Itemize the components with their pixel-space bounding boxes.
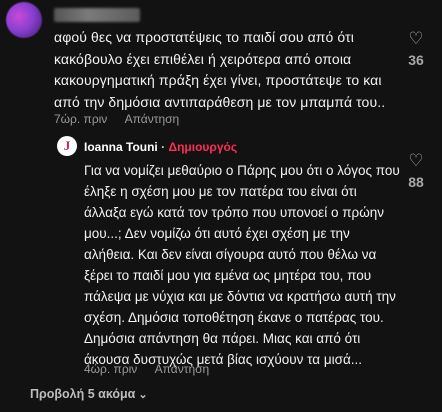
comment-timestamp: 7ώρ. πριν [54,112,108,126]
reply-timestamp: 4ώρ. πριν [84,362,138,376]
creator-username-row: Ioanna Touni · Δημιουργός [84,140,237,154]
commenter-avatar[interactable] [6,2,42,38]
commenter-username-blurred[interactable] [54,8,140,22]
heart-outline-icon[interactable]: ♡ [402,152,430,170]
username-separator: · [161,140,166,154]
creator-avatar[interactable]: J [57,136,77,156]
heart-outline-icon[interactable]: ♡ [402,30,430,48]
reply-button[interactable]: Απάντηση [125,112,180,126]
like-button[interactable]: ♡ 36 [402,30,430,69]
chevron-down-icon: ⌄ [138,389,148,401]
reply-meta: 4ώρ. πριν Απάντηση [84,362,209,376]
like-count: 88 [408,174,424,190]
view-more-label: Προβολή 5 ακόμα [30,387,136,401]
like-button[interactable]: ♡ 88 [402,152,430,191]
reply-text: Για να νομίζει μεθαύριο ο Πάρης μου ότι … [84,163,400,367]
comment-meta: 7ώρ. πριν Απάντηση [54,112,179,126]
creator-username[interactable]: Ioanna Touni [84,140,158,154]
reply-button[interactable]: Απάντηση [155,362,210,376]
creator-badge: Δημιουργός [168,140,238,154]
comment-text: αφού θες να προστατέψεις το παιδί σου απ… [54,29,386,110]
like-count: 36 [408,52,424,68]
view-more-replies-button[interactable]: Προβολή 5 ακόμα ⌄ [30,387,148,401]
